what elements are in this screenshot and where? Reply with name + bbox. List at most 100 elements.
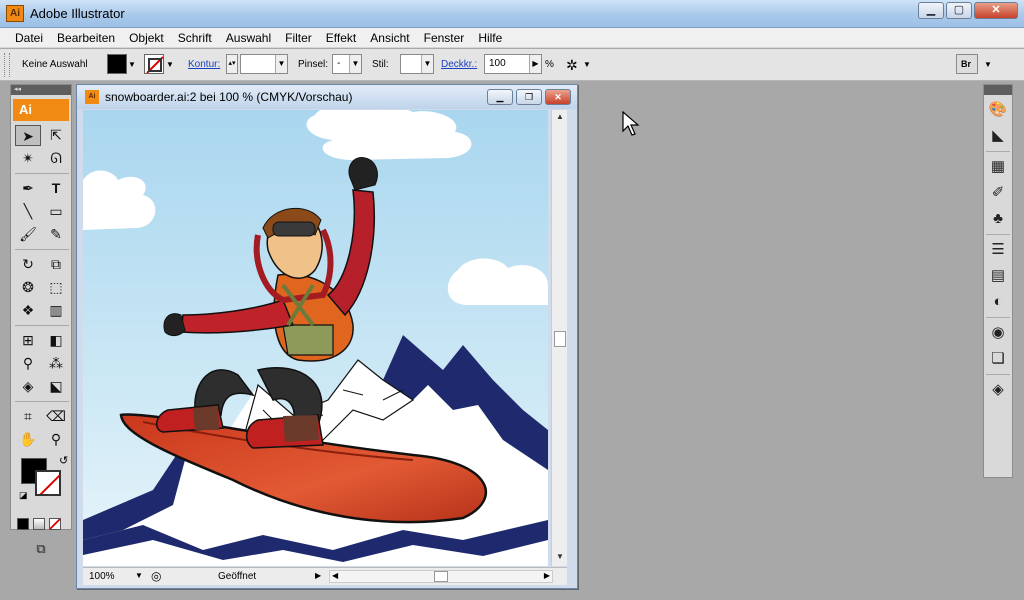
default-colors-icon[interactable]: ◪ <box>19 490 28 501</box>
graphic-styles-panel-icon[interactable]: ❏ <box>987 348 1009 370</box>
panel-expand-icon[interactable] <box>984 85 1012 95</box>
rotate-tool-icon[interactable]: ↻ <box>15 254 41 275</box>
column-graph-tool-icon[interactable]: ▥ <box>43 300 69 321</box>
chevron-down-icon[interactable]: ▼ <box>166 54 174 76</box>
artboard-canvas[interactable] <box>83 110 548 566</box>
menu-filter[interactable]: Filter <box>278 28 319 48</box>
color-guide-icon[interactable]: ◣ <box>987 125 1009 147</box>
horizontal-scroll-thumb[interactable] <box>434 571 448 582</box>
direct-selection-tool-icon[interactable]: ⇱ <box>43 125 69 146</box>
screen-mode-icon[interactable]: ⧉ <box>30 538 52 560</box>
fill-color-swatch[interactable] <box>107 54 127 74</box>
color-mode-icon[interactable] <box>17 518 29 530</box>
none-mode-icon[interactable] <box>49 518 61 530</box>
stroke-box[interactable] <box>35 470 61 496</box>
menu-hilfe[interactable]: Hilfe <box>471 28 509 48</box>
pen-tool-icon[interactable]: ✒ <box>15 178 41 199</box>
control-bar-grip[interactable] <box>4 53 10 77</box>
swap-icon[interactable]: ↺ <box>59 454 68 467</box>
brush-dropdown[interactable]: - ▼ <box>332 54 362 74</box>
stroke-weight-field[interactable]: ▼ <box>240 54 288 74</box>
document-title-bar[interactable]: Ai snowboarder.ai:2 bei 100 % (CMYK/Vors… <box>77 85 577 109</box>
kontur-link[interactable]: Kontur: <box>188 54 220 76</box>
slice-tool-icon[interactable]: ⌗ <box>15 406 41 427</box>
zoom-tool-icon[interactable]: ⚲ <box>43 429 69 450</box>
live-paint-selection-icon[interactable]: ⬕ <box>43 376 69 397</box>
stroke-color-swatch[interactable] <box>144 54 164 74</box>
style-dropdown[interactable]: ▼ <box>400 54 434 74</box>
status-bar: 100% ▼ ◎ Geöffnet ▶ ◀ ▶ <box>83 567 567 585</box>
menu-ansicht[interactable]: Ansicht <box>363 28 416 48</box>
menu-bar: Datei Bearbeiten Objekt Schrift Auswahl … <box>0 28 1024 48</box>
chevron-down-icon[interactable]: ▼ <box>128 54 136 76</box>
menu-schrift[interactable]: Schrift <box>171 28 219 48</box>
chevron-down-icon[interactable]: ▼ <box>583 54 591 76</box>
scroll-left-arrow[interactable]: ◀ <box>332 571 338 580</box>
gradient-mode-icon[interactable] <box>33 518 45 530</box>
symbol-sprayer-tool-icon[interactable]: ❖ <box>15 300 41 321</box>
collapse-icon[interactable]: ◂◂ <box>11 85 71 95</box>
mesh-tool-icon[interactable]: ⊞ <box>15 330 41 351</box>
scroll-up-arrow[interactable]: ▲ <box>556 112 564 121</box>
bridge-button[interactable]: Br <box>956 54 978 74</box>
close-button[interactable]: ✕ <box>974 2 1018 19</box>
layers-panel-icon[interactable]: ◈ <box>987 379 1009 401</box>
type-tool-icon[interactable]: T <box>43 178 69 199</box>
zoom-level[interactable]: 100% <box>89 571 115 582</box>
menu-bearbeiten[interactable]: Bearbeiten <box>50 28 122 48</box>
blend-tool-icon[interactable]: ⁂ <box>43 353 69 374</box>
vertical-scrollbar[interactable]: ▲ ▼ <box>551 110 567 566</box>
free-transform-tool-icon[interactable]: ⬚ <box>43 277 69 298</box>
rectangle-tool-icon[interactable]: ▭ <box>43 201 69 222</box>
doc-close-button[interactable]: ✕ <box>545 89 571 105</box>
menu-datei[interactable]: Datei <box>8 28 50 48</box>
menu-objekt[interactable]: Objekt <box>122 28 171 48</box>
color-panel-icon[interactable]: 🎨 <box>987 99 1009 121</box>
scale-tool-icon[interactable]: ⧉ <box>43 254 69 275</box>
transparency-panel-icon[interactable]: ◐ <box>987 291 1009 313</box>
scroll-down-arrow[interactable]: ▼ <box>556 552 564 561</box>
eraser-tool-icon[interactable]: ⌫ <box>43 406 69 427</box>
minimize-button[interactable]: ▁ <box>918 2 944 19</box>
menu-effekt[interactable]: Effekt <box>319 28 363 48</box>
warp-tool-icon[interactable]: ❂ <box>15 277 41 298</box>
stroke-panel-icon[interactable]: ☰ <box>987 239 1009 261</box>
opacity-field[interactable]: 100 ▶ <box>484 54 542 74</box>
appearance-panel-icon[interactable]: ◉ <box>987 322 1009 344</box>
paintbrush-tool-icon[interactable]: 🖌 <box>15 224 41 245</box>
eyedropper-tool-icon[interactable]: ⚲ <box>15 353 41 374</box>
selection-tool-icon[interactable]: ➤ <box>15 125 41 146</box>
hand-tool-icon[interactable]: ✋ <box>15 429 41 450</box>
horizontal-scrollbar[interactable]: ◀ ▶ <box>329 570 553 583</box>
isolate-icon[interactable]: ✲ <box>566 54 578 76</box>
magic-wand-tool-icon[interactable]: ✴ <box>15 148 41 169</box>
vertical-scroll-thumb[interactable] <box>554 331 566 347</box>
control-bar: Keine Auswahl ▼ ▼ Kontur: ▴▾ ▼ Pinsel: -… <box>0 49 1024 81</box>
chevron-down-icon[interactable]: ▼ <box>984 54 992 76</box>
symbols-panel-icon[interactable]: ♣ <box>987 208 1009 230</box>
maximize-button[interactable]: ▢ <box>946 2 972 19</box>
status-info-icon[interactable]: ◎ <box>151 569 161 583</box>
menu-auswahl[interactable]: Auswahl <box>219 28 278 48</box>
deckkraft-link[interactable]: Deckkr.: <box>441 54 477 76</box>
brushes-panel-icon[interactable]: ✐ <box>987 182 1009 204</box>
brush-value: - <box>337 58 341 69</box>
live-paint-bucket-icon[interactable]: ◈ <box>15 376 41 397</box>
ai-document-icon: Ai <box>85 90 99 104</box>
doc-minimize-button[interactable]: ▁ <box>487 89 513 105</box>
scroll-right-arrow[interactable]: ▶ <box>544 571 550 580</box>
stroke-weight-stepper[interactable]: ▴▾ <box>226 54 238 74</box>
gradient-panel-icon[interactable]: ▤ <box>987 265 1009 287</box>
status-text: Geöffnet <box>218 571 257 582</box>
pencil-tool-icon[interactable]: ✎ <box>43 224 69 245</box>
lasso-tool-icon[interactable]: ᘏ <box>43 148 69 169</box>
status-menu-arrow[interactable]: ▶ <box>315 571 321 580</box>
line-tool-icon[interactable]: ╲ <box>15 201 41 222</box>
opacity-value: 100 <box>489 58 506 69</box>
doc-restore-button[interactable]: ❐ <box>516 89 542 105</box>
swatches-panel-icon[interactable]: ▦ <box>987 156 1009 178</box>
menu-fenster[interactable]: Fenster <box>417 28 472 48</box>
snowboarder-illustration <box>83 110 548 566</box>
gradient-tool-icon[interactable]: ◧ <box>43 330 69 351</box>
chevron-down-icon[interactable]: ▼ <box>135 571 143 580</box>
